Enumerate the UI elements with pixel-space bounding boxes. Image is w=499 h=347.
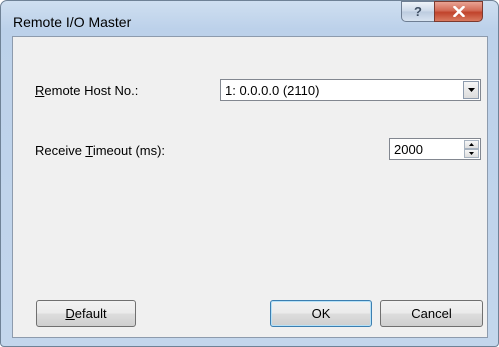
dialog-window: Remote I/O Master ? Remote Host No.: 1: … (0, 0, 499, 347)
spin-buttons (464, 140, 479, 158)
receive-timeout-label: Receive Timeout (ms): (35, 143, 166, 158)
ok-button-label: OK (311, 306, 331, 321)
remote-host-value: 1: 0.0.0.0 (2110) (225, 83, 320, 98)
spin-up-button[interactable] (464, 140, 479, 149)
ok-button[interactable]: OK (270, 300, 372, 327)
spin-down-button[interactable] (464, 149, 479, 158)
default-button-label: Default (65, 306, 107, 321)
arrow-down-icon (469, 152, 474, 155)
close-button[interactable] (434, 1, 483, 22)
dropdown-arrow-button[interactable] (463, 81, 479, 99)
title-bar[interactable]: Remote I/O Master ? (1, 1, 498, 34)
window-title: Remote I/O Master (13, 14, 132, 30)
remote-host-label: Remote Host No.: (35, 83, 139, 98)
remote-host-dropdown[interactable]: 1: 0.0.0.0 (2110) (220, 79, 481, 101)
help-button[interactable]: ? (401, 1, 435, 22)
dialog-content: Remote Host No.: 1: 0.0.0.0 (2110) Recei… (12, 36, 488, 338)
cancel-button[interactable]: Cancel (380, 300, 483, 327)
close-icon (452, 6, 465, 17)
help-icon: ? (414, 4, 422, 19)
default-button[interactable]: Default (36, 300, 136, 327)
arrow-up-icon (469, 143, 474, 146)
receive-timeout-value: 2000 (394, 142, 423, 157)
chevron-down-icon (467, 88, 475, 92)
receive-timeout-spinner[interactable]: 2000 (389, 138, 481, 160)
cancel-button-label: Cancel (411, 306, 452, 321)
